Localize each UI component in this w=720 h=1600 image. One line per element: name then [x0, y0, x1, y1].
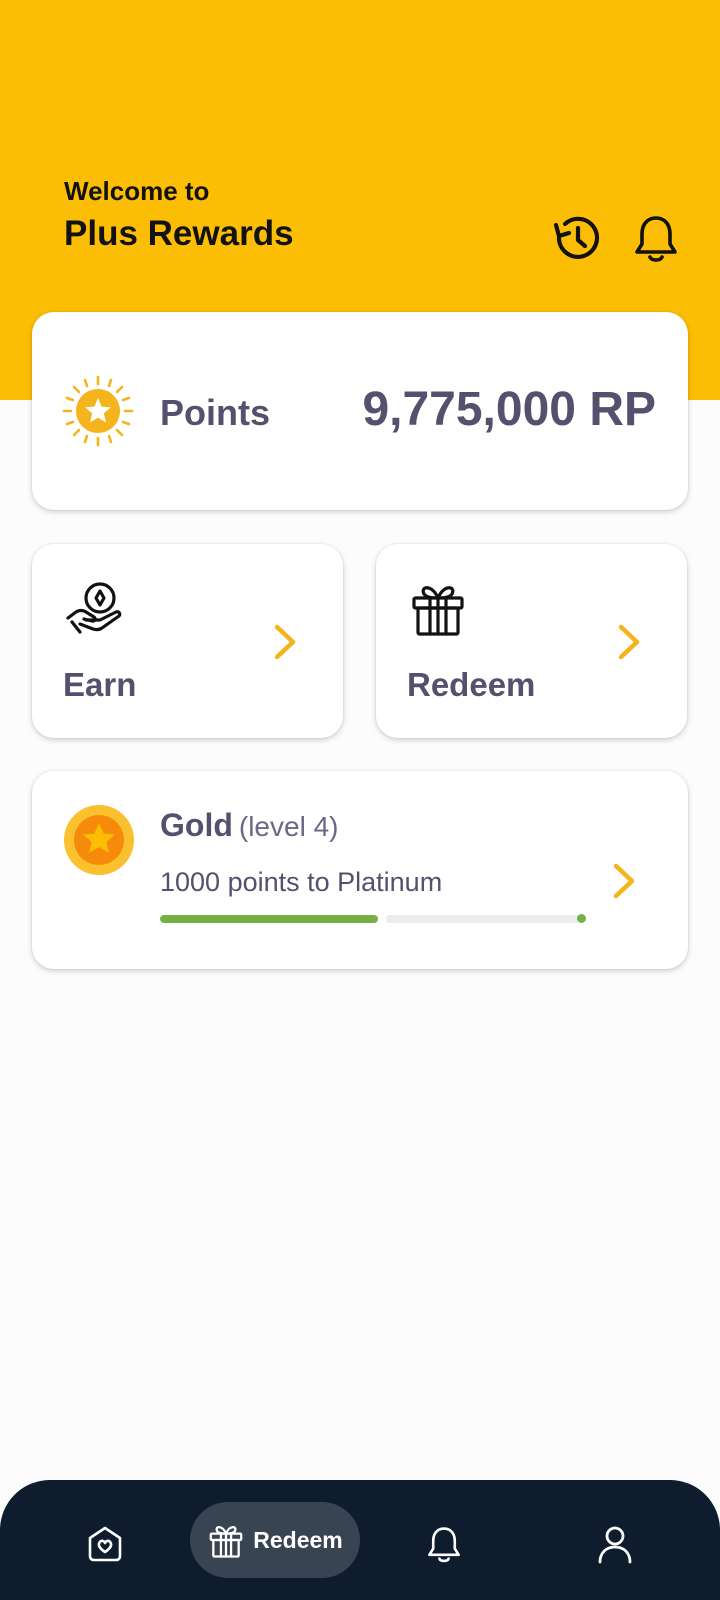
gift-icon [209, 1526, 243, 1558]
level-tier: Gold [160, 807, 233, 843]
points-value: 9,775,000 RP [362, 383, 656, 436]
points-label: Points [160, 392, 271, 433]
progress-fill [160, 915, 378, 923]
profile-icon [598, 1526, 632, 1564]
nav-home[interactable] [81, 1520, 129, 1568]
level-title: Gold (level 4) [160, 807, 338, 844]
history-button[interactable] [548, 210, 604, 266]
chevron-right-icon [613, 863, 635, 899]
nav-redeem-label: Redeem [253, 1526, 343, 1553]
progress-endpoint [577, 914, 586, 923]
redeem-label: Redeem [407, 666, 536, 703]
welcome-text: Welcome to [64, 176, 210, 206]
nav-notifications[interactable] [420, 1520, 468, 1568]
notifications-button[interactable] [628, 210, 684, 266]
points-card[interactable]: Points 9,775,000 RP [32, 312, 688, 510]
nav-redeem[interactable]: Redeem [190, 1502, 360, 1578]
earn-label: Earn [63, 666, 137, 703]
home-heart-icon [88, 1526, 122, 1562]
history-icon [553, 216, 600, 259]
bell-icon [635, 216, 677, 262]
chevron-right-icon [274, 624, 296, 660]
sun-star-icon [62, 375, 134, 447]
hand-coin-icon [66, 582, 122, 634]
bell-icon [428, 1527, 460, 1563]
gift-icon [412, 586, 464, 636]
nav-profile[interactable] [591, 1520, 639, 1568]
app-title: Plus Rewards [64, 214, 294, 253]
earn-card[interactable]: Earn [32, 544, 343, 738]
chevron-right-icon [618, 624, 640, 660]
level-progress-bar [160, 914, 586, 923]
bottom-navigation: Redeem [0, 1480, 720, 1600]
gold-medal-icon [64, 805, 134, 875]
level-number: (level 4) [238, 811, 339, 842]
level-progress-text: 1000 points to Platinum [160, 867, 443, 897]
progress-remaining [386, 915, 580, 923]
redeem-card[interactable]: Redeem [376, 544, 687, 738]
level-card[interactable]: Gold (level 4) 1000 points to Platinum [32, 771, 688, 969]
